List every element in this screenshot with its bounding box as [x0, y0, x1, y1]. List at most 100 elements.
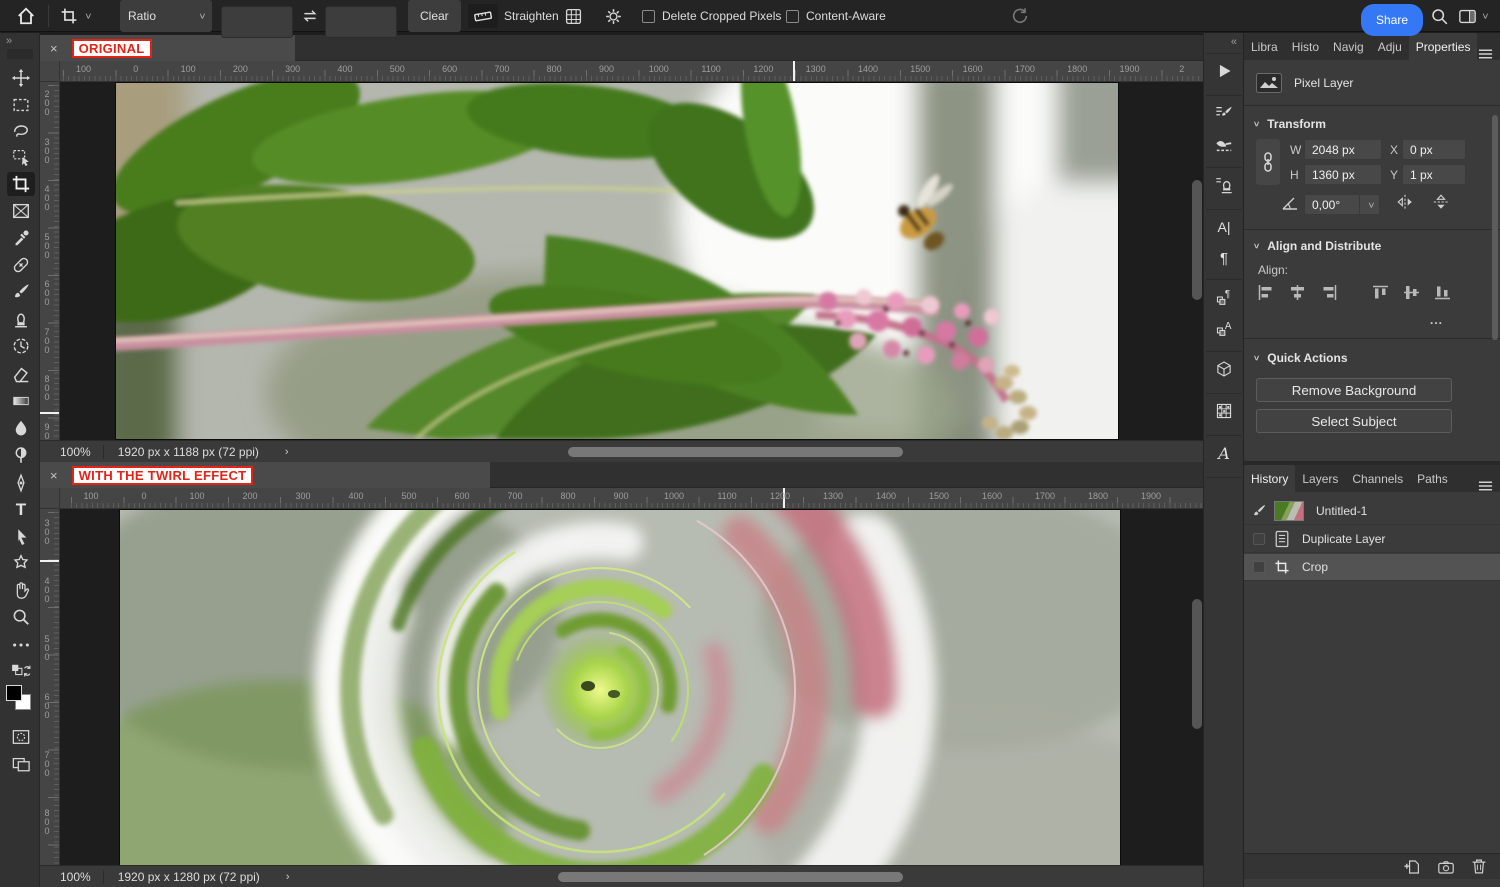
swap-dimensions-button[interactable]	[301, 0, 319, 32]
select-subject-button[interactable]: Select Subject	[1256, 409, 1452, 433]
close-tab-icon[interactable]: ×	[50, 468, 58, 483]
status-chevron-icon[interactable]: ›	[286, 871, 290, 883]
vertical-scrollbar[interactable]	[1192, 599, 1202, 729]
zoom-level[interactable]: 100%	[40, 445, 103, 459]
clear-button[interactable]: Clear	[408, 0, 461, 32]
canvas-area[interactable]: 200300400500600700800900	[40, 82, 1203, 440]
color-swatches[interactable]	[6, 685, 34, 713]
search-button[interactable]	[1430, 0, 1449, 32]
quick-mask-button[interactable]	[7, 725, 35, 749]
tab-adju[interactable]: Adju	[1371, 33, 1409, 60]
paragraph-styles-panel-button[interactable]: ¶	[1208, 283, 1240, 311]
zoom-level[interactable]: 100%	[40, 870, 103, 884]
document-tab[interactable]: × ORIGINAL	[40, 35, 295, 61]
canvas-area[interactable]: 300400500600700800900	[40, 509, 1203, 865]
delete-state-trash-icon[interactable]	[1471, 858, 1487, 875]
remove-background-button[interactable]: Remove Background	[1256, 378, 1452, 402]
blur-tool[interactable]	[7, 416, 35, 440]
screen-mode-button[interactable]	[7, 752, 35, 776]
flip-horizontal-button[interactable]	[1396, 193, 1414, 211]
align-center-vertical-icon[interactable]	[1404, 285, 1421, 300]
tab-libra[interactable]: Libra	[1244, 33, 1285, 60]
height-input[interactable]: 1360 px	[1304, 164, 1382, 185]
vertical-ruler[interactable]: 300400500600700800900	[40, 509, 60, 865]
paragraph-panel-button[interactable]: ¶	[1208, 244, 1240, 272]
overlay-options-button[interactable]	[564, 0, 583, 32]
new-document-from-state-icon[interactable]	[1403, 859, 1421, 875]
document-tab[interactable]: × WITH THE TWIRL EFFECT	[40, 462, 490, 488]
panel-scrollbar[interactable]	[1492, 115, 1498, 340]
crop-settings-button[interactable]	[604, 0, 623, 32]
close-tab-icon[interactable]: ×	[50, 41, 58, 56]
crop-tool-preset[interactable]: >	[60, 0, 90, 32]
width-input[interactable]: 2048 px	[1304, 139, 1382, 160]
straighten-button[interactable]	[468, 4, 498, 28]
brushes-panel-button[interactable]	[1208, 131, 1240, 159]
panel-menu-button[interactable]	[1478, 480, 1500, 492]
healing-brush-tool[interactable]	[7, 253, 35, 277]
history-item-snapshot[interactable]: Untitled-1	[1244, 498, 1500, 525]
delete-cropped-pixels-checkbox[interactable]: Delete Cropped Pixels	[642, 0, 781, 32]
content-aware-checkbox[interactable]: Content-Aware	[786, 0, 886, 32]
path-selection-tool[interactable]	[7, 525, 35, 549]
character-styles-panel-button[interactable]: A	[1208, 314, 1240, 342]
eraser-tool[interactable]	[7, 362, 35, 386]
zoom-tool[interactable]	[7, 605, 35, 629]
gradient-tool[interactable]	[7, 389, 35, 413]
link-dimensions-button[interactable]	[1256, 139, 1280, 185]
align-more-button[interactable]: ...	[1430, 313, 1443, 327]
status-chevron-icon[interactable]: ›	[285, 446, 289, 458]
3d-panel-button[interactable]	[1208, 355, 1240, 383]
quick-actions-header[interactable]: > Quick Actions	[1254, 351, 1348, 365]
align-bottom-icon[interactable]	[1435, 285, 1452, 300]
align-top-icon[interactable]	[1373, 285, 1390, 300]
foreground-color-swatch[interactable]	[6, 685, 22, 701]
angle-input[interactable]: 0,00° >	[1304, 194, 1380, 215]
angle-dropdown[interactable]: >	[1359, 195, 1379, 214]
home-button[interactable]	[16, 0, 36, 32]
shape-tool[interactable]	[7, 551, 35, 575]
ratio-select[interactable]: Ratio >	[120, 0, 212, 32]
move-tool[interactable]	[7, 66, 35, 90]
eyedropper-tool[interactable]	[7, 226, 35, 250]
history-brush-tool[interactable]	[7, 334, 35, 358]
crop-width-input[interactable]	[221, 6, 293, 38]
tab-paths[interactable]: Paths	[1410, 465, 1455, 492]
actions-panel-button[interactable]	[1208, 57, 1240, 85]
swap-colors-button[interactable]	[7, 659, 35, 683]
expand-toolbar-icon[interactable]: »	[6, 35, 11, 47]
horizontal-ruler[interactable]: 1000100200300400500600700800900100011001…	[60, 488, 1203, 509]
marquee-tool[interactable]	[7, 93, 35, 117]
align-center-horizontal-icon[interactable]	[1289, 285, 1306, 300]
align-section-header[interactable]: > Align and Distribute	[1254, 239, 1381, 253]
tab-navig[interactable]: Navig	[1326, 33, 1371, 60]
tab-history[interactable]: History	[1244, 465, 1295, 492]
glyphs-panel-button[interactable]: A	[1208, 439, 1240, 467]
history-source-box[interactable]	[1253, 533, 1265, 545]
history-brush-source-cell[interactable]	[1244, 503, 1274, 519]
frame-tool[interactable]	[7, 199, 35, 223]
tab-histo[interactable]: Histo	[1285, 33, 1326, 60]
history-item-crop[interactable]: Crop	[1244, 554, 1500, 581]
align-right-icon[interactable]	[1320, 285, 1337, 300]
crop-tool[interactable]	[7, 172, 35, 196]
horizontal-scrollbar[interactable]	[568, 447, 903, 457]
brush-settings-panel-button[interactable]	[1208, 99, 1240, 127]
tab-layers[interactable]: Layers	[1295, 465, 1345, 492]
flip-vertical-button[interactable]	[1432, 193, 1450, 211]
new-snapshot-camera-icon[interactable]	[1437, 859, 1455, 875]
twirl-canvas[interactable]	[120, 510, 1120, 865]
clone-stamp-tool[interactable]	[7, 307, 35, 331]
ruler-corner[interactable]	[40, 61, 60, 82]
edit-toolbar-button[interactable]	[7, 633, 35, 657]
horizontal-ruler[interactable]: 1000100200300400500600700800900100011001…	[60, 61, 1203, 82]
photo-canvas[interactable]	[116, 83, 1118, 439]
pen-tool[interactable]	[7, 471, 35, 495]
panel-menu-button[interactable]	[1478, 48, 1500, 60]
share-button[interactable]: Share	[1361, 4, 1423, 36]
transform-section-header[interactable]: > Transform	[1254, 117, 1326, 131]
vertical-ruler[interactable]: 200300400500600700800900	[40, 82, 60, 440]
x-input[interactable]: 0 px	[1402, 139, 1466, 160]
reset-button[interactable]	[1010, 0, 1030, 32]
tab-properties[interactable]: Properties	[1409, 33, 1478, 60]
